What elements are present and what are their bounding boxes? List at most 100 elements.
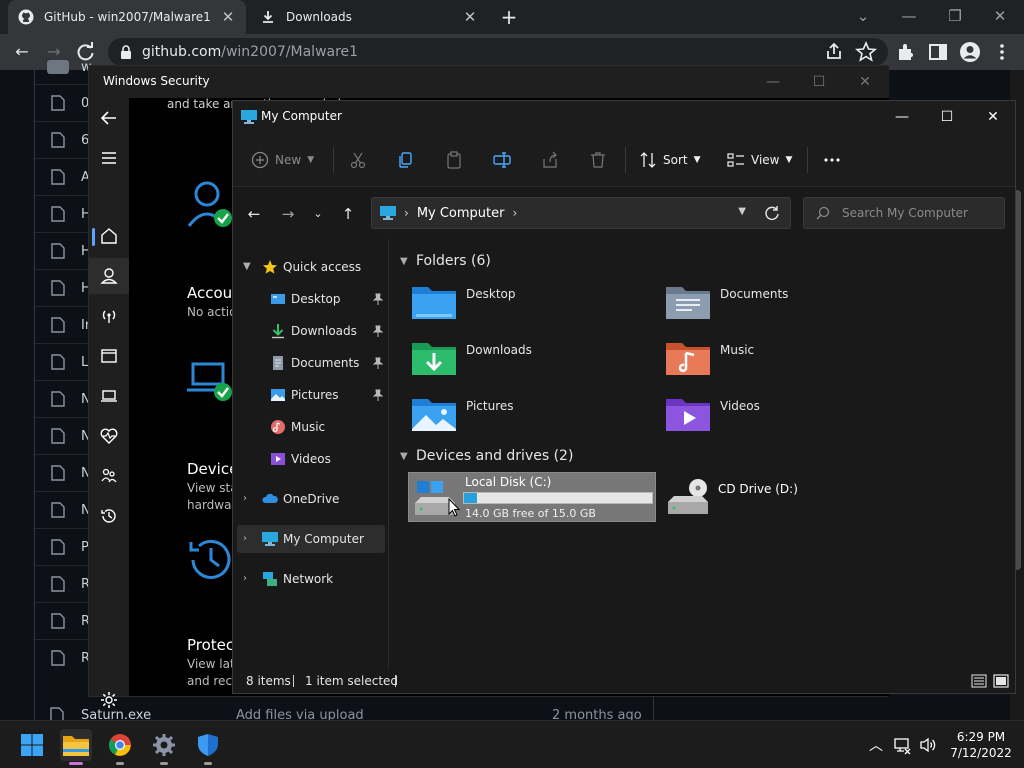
more-options-button[interactable] xyxy=(823,149,841,171)
drive-local-disk-c[interactable]: Local Disk (C:) 14.0 GB free of 15.0 GB xyxy=(408,472,656,522)
refresh-icon[interactable] xyxy=(764,205,780,221)
taskbar-windows-security[interactable] xyxy=(192,729,224,765)
up-arrow-icon[interactable]: ↑ xyxy=(337,203,359,225)
start-button[interactable] xyxy=(16,729,48,761)
pin-icon[interactable] xyxy=(373,325,383,337)
show-hidden-icons-chevron[interactable]: ︿ xyxy=(866,735,886,755)
folder-pictures[interactable]: Pictures xyxy=(412,393,652,439)
close-icon[interactable]: ✕ xyxy=(855,72,875,92)
sidebar-item-videos[interactable]: Videos xyxy=(233,445,389,473)
search-box[interactable] xyxy=(803,197,1005,229)
maximize-icon[interactable]: ☐ xyxy=(934,106,960,128)
breadcrumb-separator[interactable]: › xyxy=(512,206,517,220)
breadcrumb[interactable]: My Computer xyxy=(417,206,505,221)
folder-documents[interactable]: Documents xyxy=(666,281,906,327)
hamburger-menu-icon[interactable] xyxy=(99,148,119,168)
sidebar-item-network[interactable]: › Network xyxy=(233,565,389,593)
search-input[interactable] xyxy=(842,206,1002,220)
address-bar[interactable]: › My Computer › ▼ xyxy=(371,197,791,229)
minimize-icon[interactable]: — xyxy=(763,72,783,92)
system-clock[interactable]: 6:29 PM 7/12/2022 xyxy=(946,729,1016,761)
minimize-icon[interactable]: — xyxy=(897,5,921,27)
account-protection-icon[interactable] xyxy=(99,266,119,286)
profile-avatar-icon[interactable] xyxy=(958,40,982,64)
sidebar-item-onedrive[interactable]: › OneDrive xyxy=(233,485,389,513)
restore-icon[interactable]: ❐ xyxy=(943,5,967,27)
side-panel-icon[interactable] xyxy=(926,40,950,64)
back-icon[interactable]: ← xyxy=(10,40,34,64)
forward-arrow-icon[interactable]: → xyxy=(277,203,299,225)
folder-desktop[interactable]: Desktop xyxy=(412,281,652,327)
window-titlebar[interactable]: My Computer — ☐ ✕ xyxy=(233,101,1015,133)
volume-icon[interactable] xyxy=(918,735,938,755)
chevron-down-icon[interactable]: ▼ xyxy=(243,261,253,272)
chevron-right-icon[interactable]: › xyxy=(243,493,253,504)
folder-videos[interactable]: Videos xyxy=(666,393,906,439)
device-security-icon[interactable] xyxy=(99,386,119,406)
protection-history-icon[interactable] xyxy=(99,506,119,526)
sidebar-item-downloads[interactable]: Downloads xyxy=(233,317,389,345)
drives-group-header[interactable]: ▼ Devices and drives (2) xyxy=(400,446,573,466)
sidebar-item-my-computer[interactable]: › My Computer xyxy=(237,525,385,553)
maximize-icon[interactable]: ☐ xyxy=(809,72,829,92)
pin-icon[interactable] xyxy=(373,357,383,369)
sidebar-item-pictures[interactable]: Pictures xyxy=(233,381,389,409)
chevron-right-icon[interactable]: › xyxy=(243,573,253,584)
recent-locations-icon[interactable]: ⌄ xyxy=(307,203,329,225)
tab-downloads[interactable]: Downloads ✕ xyxy=(250,0,488,34)
back-arrow-icon[interactable] xyxy=(99,108,119,128)
section-heading[interactable]: Device xyxy=(187,460,238,478)
taskbar-chrome[interactable] xyxy=(104,729,136,765)
family-options-icon[interactable] xyxy=(99,466,119,486)
close-tab-icon[interactable]: ✕ xyxy=(462,9,478,25)
section-heading[interactable]: Accou xyxy=(187,284,232,302)
rename-button[interactable] xyxy=(493,149,511,171)
pin-icon[interactable] xyxy=(373,389,383,401)
sidebar-item-documents[interactable]: Documents xyxy=(233,349,389,377)
close-tab-icon[interactable]: ✕ xyxy=(220,9,236,25)
home-icon[interactable] xyxy=(99,226,119,246)
close-icon[interactable]: ✕ xyxy=(980,106,1006,128)
pin-icon[interactable] xyxy=(373,293,383,305)
delete-button[interactable] xyxy=(589,149,607,171)
chevron-right-icon[interactable]: › xyxy=(243,533,253,544)
more-menu-icon[interactable] xyxy=(990,40,1014,64)
tiles-view-icon[interactable] xyxy=(993,673,1009,689)
cut-button[interactable] xyxy=(349,149,367,171)
chevron-down-icon[interactable]: ▼ xyxy=(400,256,414,267)
folder-music[interactable]: Music xyxy=(666,337,906,383)
drive-cd-d[interactable]: CD Drive (D:) xyxy=(662,472,910,522)
minimize-icon[interactable]: — xyxy=(889,106,915,128)
close-window-icon[interactable]: ✕ xyxy=(988,5,1012,27)
bookmark-star-icon[interactable] xyxy=(854,40,878,64)
share-button[interactable] xyxy=(541,149,559,171)
view-button[interactable]: View ▼ xyxy=(727,149,792,171)
new-button[interactable]: New ▼ xyxy=(251,149,314,171)
settings-gear-icon[interactable] xyxy=(99,690,119,710)
paste-button[interactable] xyxy=(445,149,463,171)
mouse-cursor-icon xyxy=(448,498,460,517)
device-health-icon[interactable] xyxy=(99,426,119,446)
folder-downloads[interactable]: Downloads xyxy=(412,337,652,383)
tab-search-icon[interactable]: ⌄ xyxy=(851,5,875,27)
firewall-network-icon[interactable] xyxy=(99,306,119,326)
network-status-icon[interactable] xyxy=(892,735,912,755)
sidebar-item-quick-access[interactable]: ▼ Quick access xyxy=(233,253,389,281)
folders-group-header[interactable]: ▼ Folders (6) xyxy=(400,251,491,271)
details-view-icon[interactable] xyxy=(971,673,987,689)
sort-button[interactable]: Sort ▼ xyxy=(639,149,701,171)
app-browser-control-icon[interactable] xyxy=(99,346,119,366)
back-arrow-icon[interactable]: ← xyxy=(243,203,265,225)
share-icon[interactable] xyxy=(822,40,846,64)
taskbar-settings[interactable] xyxy=(148,729,180,765)
copy-button[interactable] xyxy=(397,149,415,171)
taskbar-file-explorer[interactable] xyxy=(60,729,92,765)
extensions-icon[interactable] xyxy=(894,40,918,64)
sidebar-item-music[interactable]: Music xyxy=(233,413,389,441)
new-tab-button[interactable]: + xyxy=(498,6,520,28)
tab-github[interactable]: GitHub - win2007/Malware1 ✕ xyxy=(8,0,246,34)
window-titlebar[interactable]: Windows Security — ☐ ✕ xyxy=(89,66,889,98)
chevron-down-icon[interactable]: ▼ xyxy=(400,451,414,462)
chevron-down-icon[interactable]: ▼ xyxy=(738,206,746,217)
sidebar-item-desktop[interactable]: Desktop xyxy=(233,285,389,313)
